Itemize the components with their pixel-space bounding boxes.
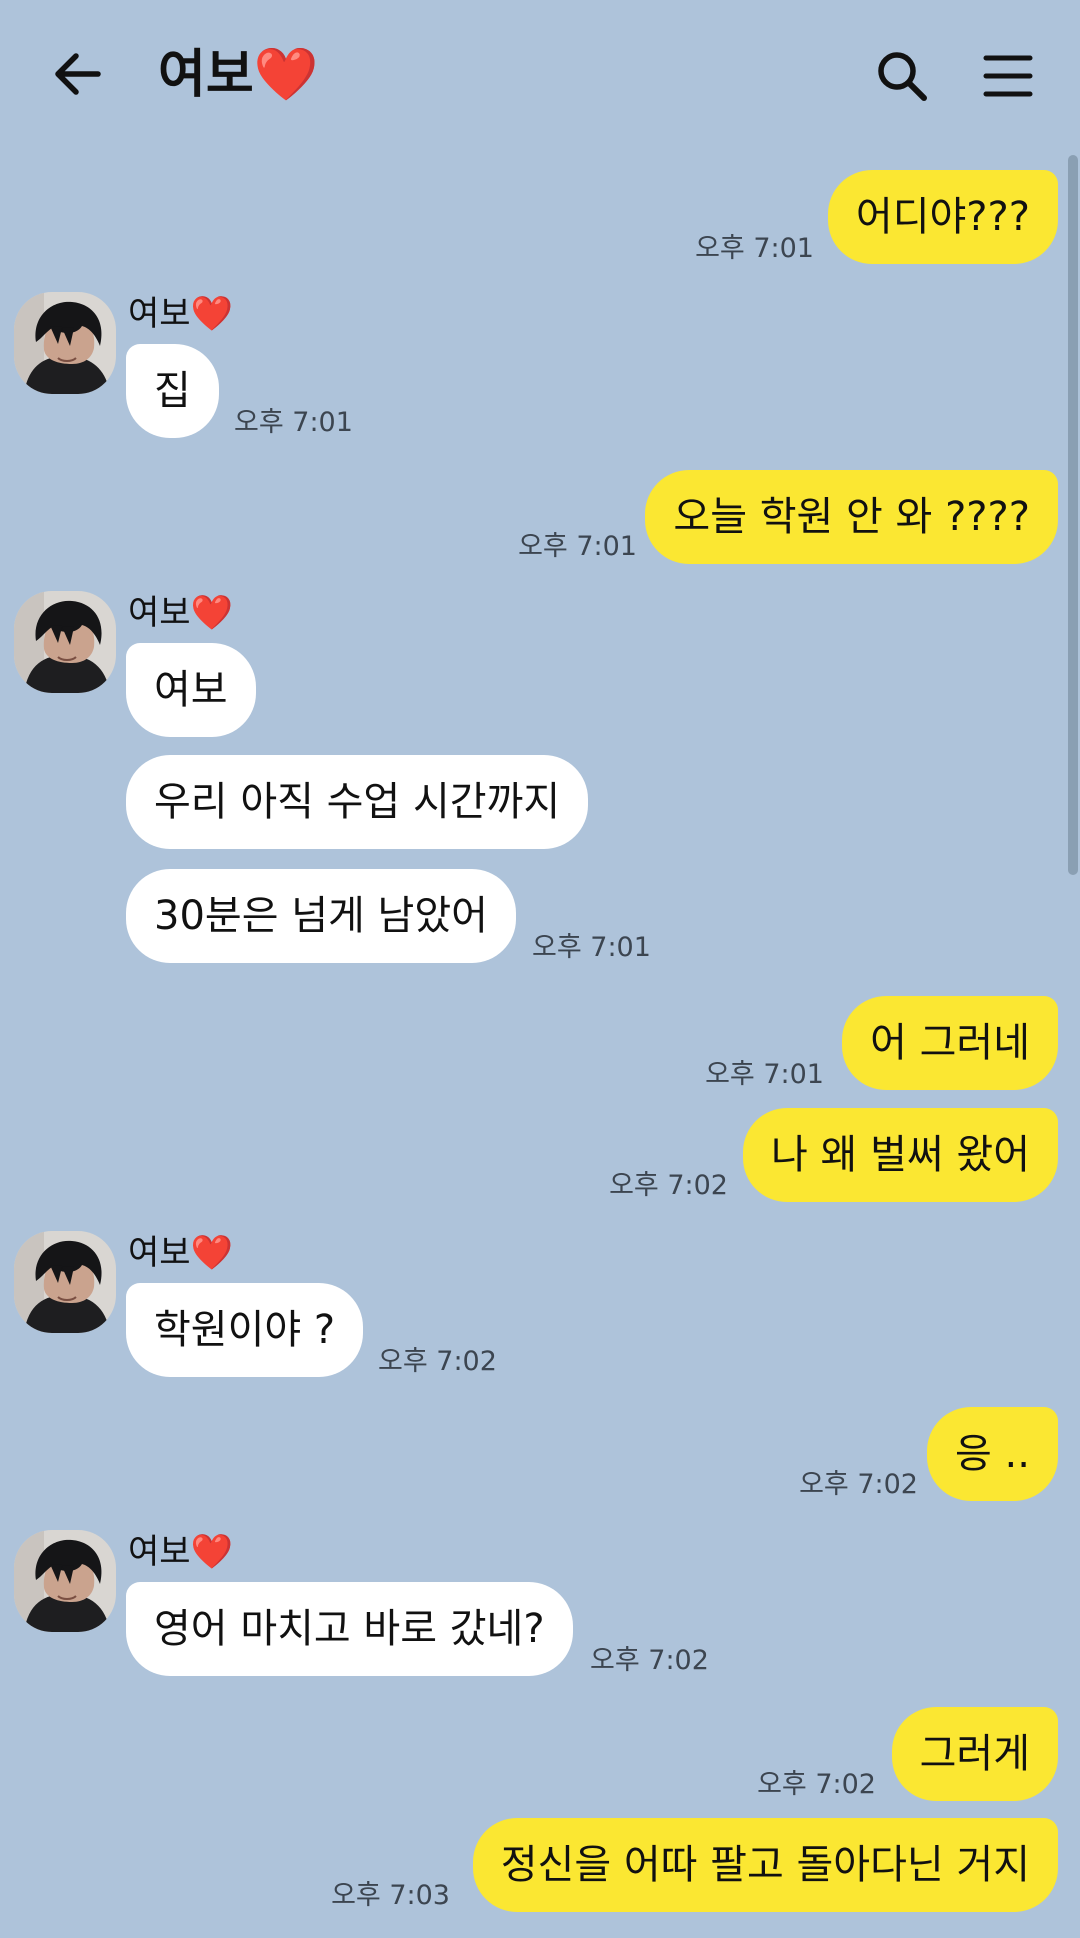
back-button[interactable] (48, 44, 108, 104)
search-icon (878, 52, 927, 101)
message-time: 오후 7:02 (799, 1469, 918, 1500)
sender-name: 여보❤️ (128, 294, 233, 334)
sender-name: 여보❤️ (128, 1233, 233, 1273)
their-message-bubble[interactable]: 학원이야 ? (126, 1283, 364, 1377)
sender-name: 여보❤️ (128, 1532, 233, 1572)
chat-scrollbar[interactable] (1068, 155, 1078, 875)
heart-icon: ❤️ (190, 593, 233, 633)
my-message-bubble[interactable]: 응 .. (927, 1407, 1058, 1501)
search-button[interactable] (872, 46, 932, 106)
chat-title-text: 여보 (158, 45, 254, 105)
heart-icon: ❤️ (253, 45, 319, 105)
my-message-bubble[interactable]: 그러게 (891, 1707, 1058, 1801)
message-time: 오후 7:01 (532, 932, 651, 963)
message-time: 오후 7:02 (609, 1170, 728, 1201)
avatar[interactable] (14, 1530, 116, 1632)
their-message-bubble[interactable]: 영어 마치고 바로 갔네? (126, 1582, 573, 1676)
message-time: 오후 7:02 (378, 1346, 497, 1377)
my-message-bubble[interactable]: 정신을 어따 팔고 돌아다닌 거지 (472, 1818, 1058, 1912)
heart-icon: ❤️ (190, 294, 233, 334)
message-time: 오후 7:02 (757, 1769, 876, 1800)
message-time: 오후 7:01 (518, 531, 637, 562)
my-message-bubble[interactable]: 나 왜 벌써 왔어 (743, 1108, 1058, 1202)
their-message-bubble[interactable]: 우리 아직 수업 시간까지 (126, 755, 589, 849)
heart-icon: ❤️ (190, 1532, 233, 1572)
back-arrow-icon (55, 53, 101, 95)
avatar[interactable] (14, 1231, 116, 1333)
avatar[interactable] (14, 591, 116, 693)
message-time: 오후 7:01 (695, 233, 814, 264)
avatar[interactable] (14, 292, 116, 394)
heart-icon: ❤️ (190, 1233, 233, 1273)
their-message-bubble[interactable]: 30분은 넘게 남았어 (126, 869, 516, 963)
my-message-bubble[interactable]: 어디야??? (827, 170, 1058, 264)
message-time: 오후 7:02 (590, 1645, 709, 1676)
sender-name: 여보❤️ (128, 593, 233, 633)
hamburger-menu-icon (983, 55, 1033, 97)
message-time: 오후 7:01 (705, 1059, 824, 1090)
chat-header: 여보❤️ (0, 0, 1080, 150)
chat-title: 여보❤️ (158, 40, 318, 110)
message-time: 오후 7:03 (331, 1880, 450, 1911)
my-message-bubble[interactable]: 어 그러네 (842, 996, 1058, 1090)
their-message-bubble[interactable]: 집 (126, 344, 219, 438)
my-message-bubble[interactable]: 오늘 학원 안 와 ???? (645, 470, 1058, 564)
their-message-bubble[interactable]: 여보 (126, 643, 256, 737)
menu-button[interactable] (980, 48, 1036, 104)
message-time: 오후 7:01 (234, 407, 353, 438)
